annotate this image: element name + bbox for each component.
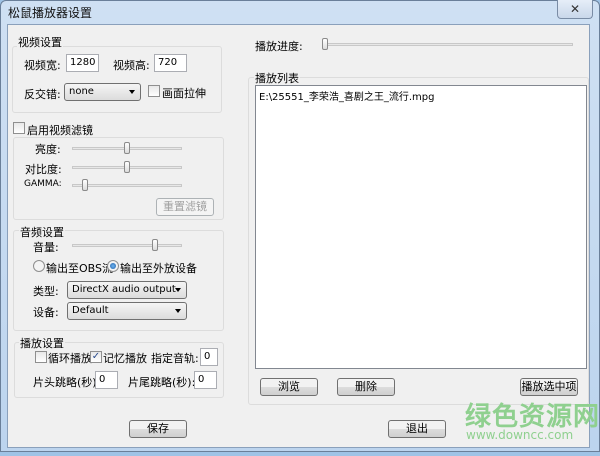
save-button[interactable]: 保存 [129,420,187,438]
loop-checkbox[interactable] [35,351,47,363]
deinterlace-value: none [69,86,94,97]
volume-label: 音量: [33,241,59,254]
chevron-down-icon [175,288,181,292]
gamma-slider[interactable] [72,184,182,187]
browse-button[interactable]: 浏览 [260,378,318,396]
volume-slider[interactable] [72,244,182,247]
window-title: 松鼠播放器设置 [8,6,93,20]
watermark-url: www.downcc.com [466,428,574,442]
height-label: 视频高: [113,59,150,72]
close-icon: ✕ [569,2,581,16]
audio-settings-label: 音频设置 [19,224,65,240]
video-settings-label: 视频设置 [17,34,63,50]
width-label: 视频宽: [24,59,61,72]
progress-slider[interactable] [322,43,573,46]
contrast-thumb[interactable] [124,161,130,173]
contrast-label: 对比度: [25,163,62,176]
close-button[interactable]: ✕ [557,0,593,19]
height-input[interactable]: 720 [154,54,187,72]
reset-filter-button[interactable]: 重置滤镜 [156,198,214,216]
head-skip-label: 片头跳略(秒): [33,376,101,389]
device-label: 设备: [33,306,59,319]
output-obs-radio[interactable] [33,260,45,272]
stretch-checkbox[interactable] [148,85,160,97]
track-label: 指定音轨: [151,352,199,365]
playback-settings-label: 播放设置 [19,335,65,351]
brightness-label: 亮度: [35,143,61,156]
device-value: Default [72,305,109,316]
type-select[interactable]: DirectX audio output [67,281,187,299]
head-skip-input[interactable]: 0 [95,371,118,389]
output-obs-label: 输出至OBS流 [46,262,113,275]
playlist-item[interactable]: E:\25551_李荣浩_喜剧之王_流行.mpg [259,88,583,103]
playlist-box[interactable]: E:\25551_李荣浩_喜剧之王_流行.mpg [255,85,587,369]
type-label: 类型: [33,285,59,298]
memory-checkbox[interactable]: ✓ [90,351,102,363]
deinterlace-select[interactable]: none [64,83,141,101]
tail-skip-label: 片尾跳略(秒): [128,376,196,389]
progress-thumb[interactable] [322,38,328,50]
loop-label: 循环播放 [48,352,92,365]
play-selected-button[interactable]: 播放选中项 [520,378,578,396]
chevron-down-icon [175,309,181,313]
exit-button[interactable]: 退出 [388,420,446,438]
output-external-label: 输出至外放设备 [120,262,197,275]
deinterlace-label: 反交错: [24,88,61,101]
width-input[interactable]: 1280 [66,54,99,72]
device-select[interactable]: Default [67,302,187,320]
enable-filter-label: 启用视频滤镜 [27,124,93,137]
chevron-down-icon [129,90,135,94]
volume-thumb[interactable] [152,239,158,251]
tail-skip-input[interactable]: 0 [194,371,217,389]
output-external-radio[interactable] [107,260,119,272]
delete-button[interactable]: 删除 [337,378,395,396]
playlist-label: 播放列表 [254,70,300,86]
stretch-label: 画面拉伸 [162,87,206,100]
enable-filter-checkbox[interactable] [13,122,25,134]
type-value: DirectX audio output [72,284,176,295]
gamma-thumb[interactable] [82,179,88,191]
brightness-thumb[interactable] [124,142,130,154]
memory-label: 记忆播放 [103,352,147,365]
progress-label: 播放进度: [255,40,303,53]
track-input[interactable]: 0 [200,348,218,366]
gamma-label: GAMMA: [24,179,62,189]
